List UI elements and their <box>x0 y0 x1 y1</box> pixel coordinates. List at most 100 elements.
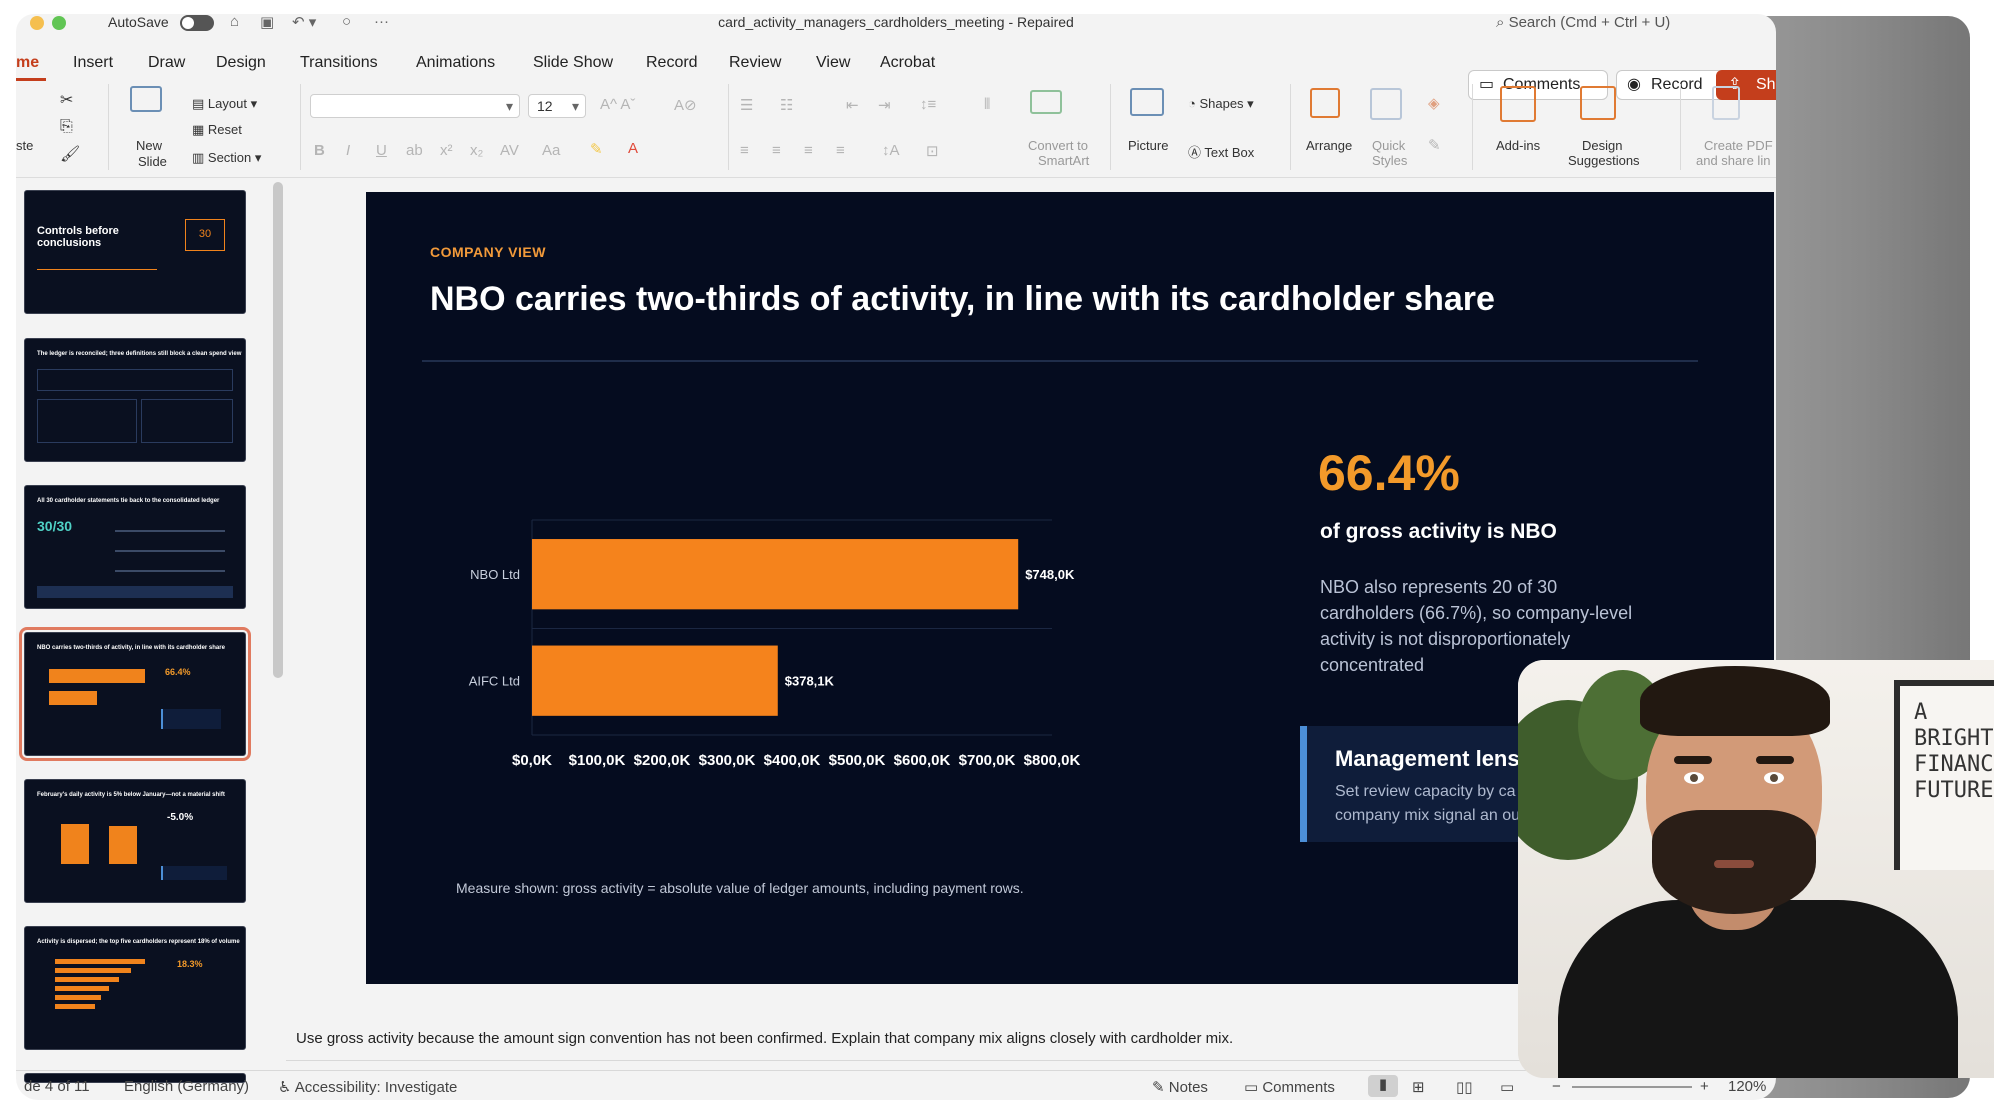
tab-slide-show[interactable]: Slide Show <box>533 54 613 72</box>
company-activity-bar-chart: NBO Ltd $748,0K AIFC Ltd $378,1K $0,0K $100,0… <box>469 519 1081 769</box>
design-suggestions-label-1[interactable]: Design <box>1582 138 1622 153</box>
columns-icon[interactable]: ⫴ <box>984 96 990 113</box>
text-box-button[interactable]: Ⓐ Text Box <box>1188 142 1254 161</box>
tab-view[interactable]: View <box>816 54 850 72</box>
change-case-icon[interactable]: Aa <box>542 142 560 159</box>
underline-icon[interactable]: U <box>376 142 387 159</box>
add-ins-icon[interactable] <box>1500 86 1536 122</box>
new-slide-label-1[interactable]: New <box>136 138 162 153</box>
accessibility-button[interactable]: ♿ Accessibility: Investigate <box>278 1078 457 1096</box>
bullets-icon[interactable]: ☰ <box>740 96 753 114</box>
ribbon-divider <box>1472 84 1473 170</box>
quick-styles-label-2[interactable]: Styles <box>1372 153 1407 168</box>
font-size-select[interactable]: 12 ▾ <box>528 94 586 118</box>
language-indicator[interactable]: English (Germany) <box>124 1078 249 1095</box>
thumbnail-scrollbar[interactable] <box>273 182 283 678</box>
font-family-select[interactable]: ▾ <box>310 94 520 118</box>
chart-category-label: NBO Ltd <box>470 567 520 582</box>
zoom-level[interactable]: 120% <box>1728 1078 1766 1095</box>
wall-poster: A BRIGHTE FINANCI FUTURE <box>1894 680 1994 870</box>
italic-icon[interactable]: I <box>346 142 350 159</box>
zoom-slider[interactable] <box>1572 1086 1692 1088</box>
cut-icon[interactable]: ✂ <box>60 90 73 110</box>
search-box[interactable]: ⌕ Search (Cmd + Ctrl + U) <box>1496 14 1670 31</box>
slideshow-icon[interactable]: ▭ <box>1500 1078 1514 1096</box>
new-slide-label-2[interactable]: Slide <box>138 154 167 169</box>
reading-view-icon[interactable]: ▯▯ <box>1456 1078 1473 1096</box>
smartart-icon[interactable] <box>1030 90 1062 114</box>
superscript-icon[interactable]: x² <box>440 142 453 159</box>
new-slide-icon[interactable] <box>130 86 162 112</box>
format-painter-icon[interactable]: 🖌 <box>60 144 80 164</box>
tab-review[interactable]: Review <box>729 54 781 72</box>
shapes-button[interactable]: ◔ Shapes ▾ <box>1188 96 1254 112</box>
slide-thumbnail-3[interactable]: All 30 cardholder statements tie back to… <box>24 485 246 609</box>
notes-button[interactable]: ✎ Notes <box>1152 1078 1208 1096</box>
quick-styles-icon[interactable] <box>1370 88 1402 120</box>
convert-smartart-label-2[interactable]: SmartArt <box>1038 153 1089 168</box>
picture-label[interactable]: Picture <box>1128 138 1168 153</box>
slide-thumbnail-6[interactable]: Activity is dispersed; the top five card… <box>24 926 246 1050</box>
copy-icon[interactable]: ⎘ <box>60 118 73 136</box>
increase-font-icon[interactable]: A^ Aˇ <box>600 96 635 113</box>
design-suggestions-label-2[interactable]: Suggestions <box>1568 153 1640 168</box>
add-ins-label[interactable]: Add-ins <box>1496 138 1540 153</box>
zoom-out-icon[interactable]: − <box>1552 1078 1561 1095</box>
font-color-icon[interactable]: A <box>628 140 638 157</box>
slide-thumbnail-4-selected[interactable]: NBO carries two-thirds of activity, in l… <box>19 627 251 761</box>
slide-thumbnail-2[interactable]: The ledger is reconciled; three definiti… <box>24 338 246 462</box>
decrease-indent-icon[interactable]: ⇤ <box>846 96 859 114</box>
line-spacing-icon[interactable]: ↕≡ <box>920 96 936 113</box>
quick-styles-label-1[interactable]: Quick <box>1372 138 1405 153</box>
thumbnail-rule <box>115 530 225 532</box>
reset-button[interactable]: ▦ Reset <box>192 122 242 138</box>
arrange-label[interactable]: Arrange <box>1306 138 1352 153</box>
bold-icon[interactable]: B <box>314 142 325 159</box>
numbering-icon[interactable]: ☷ <box>780 96 793 114</box>
align-right-icon[interactable]: ≡ <box>804 142 813 159</box>
design-suggestions-icon[interactable] <box>1580 86 1616 120</box>
create-pdf-label-2[interactable]: and share lin <box>1696 153 1770 168</box>
convert-smartart-label-1[interactable]: Convert to <box>1028 138 1088 153</box>
speaker-notes[interactable]: Use gross activity because the amount si… <box>296 1030 1233 1047</box>
strikethrough-icon[interactable]: ab <box>406 142 423 159</box>
tab-home[interactable]: me <box>16 54 39 72</box>
clear-format-icon[interactable]: A⊘ <box>674 96 697 114</box>
char-spacing-icon[interactable]: AV <box>500 142 519 159</box>
fill-icon[interactable]: ◈ <box>1428 94 1440 112</box>
zoom-in-icon[interactable]: + <box>1700 1078 1709 1095</box>
tab-transitions[interactable]: Transitions <box>300 54 378 72</box>
status-comments-button[interactable]: ▭ Comments <box>1244 1078 1335 1096</box>
text-direction-icon[interactable]: ↕A <box>882 142 900 159</box>
ribbon-divider <box>300 84 301 170</box>
slide-thumbnail-1[interactable]: Controls before conclusions 30 <box>24 190 246 314</box>
slide-title: NBO carries two-thirds of activity, in l… <box>430 280 1495 318</box>
create-pdf-label-1[interactable]: Create PDF <box>1704 138 1773 153</box>
align-left-icon[interactable]: ≡ <box>740 142 749 159</box>
increase-indent-icon[interactable]: ⇥ <box>878 96 891 114</box>
outline-icon[interactable]: ✎ <box>1428 136 1441 154</box>
tab-animations[interactable]: Animations <box>416 54 495 72</box>
tab-draw[interactable]: Draw <box>148 54 185 72</box>
highlight-icon[interactable]: ✎ <box>590 140 603 158</box>
slide-thumbnail-5[interactable]: February's daily activity is 5% below Ja… <box>24 779 246 903</box>
tab-design[interactable]: Design <box>216 54 266 72</box>
slide-sorter-icon[interactable]: ⊞ <box>1412 1078 1425 1096</box>
tab-acrobat[interactable]: Acrobat <box>880 54 935 72</box>
picture-icon[interactable] <box>1130 88 1164 116</box>
thumbnail-big-number: 30/30 <box>37 518 73 534</box>
subscript-icon[interactable]: x₂ <box>470 142 483 159</box>
poster-text: A BRIGHTE FINANCI FUTURE <box>1914 700 1994 803</box>
arrange-icon[interactable] <box>1310 88 1340 118</box>
justify-icon[interactable]: ≡ <box>836 142 845 159</box>
align-center-icon[interactable]: ≡ <box>772 142 781 159</box>
paste-label[interactable]: ste <box>16 138 33 153</box>
tab-record[interactable]: Record <box>646 54 698 72</box>
chevron-down-icon: ▾ <box>505 98 513 114</box>
create-pdf-icon[interactable] <box>1712 86 1740 120</box>
tab-insert[interactable]: Insert <box>73 54 113 72</box>
normal-view-icon[interactable]: ▮ <box>1368 1075 1398 1097</box>
layout-button[interactable]: ▤ Layout ▾ <box>192 96 257 112</box>
section-button[interactable]: ▥ Section ▾ <box>192 150 261 166</box>
align-text-icon[interactable]: ⊡ <box>926 142 939 160</box>
